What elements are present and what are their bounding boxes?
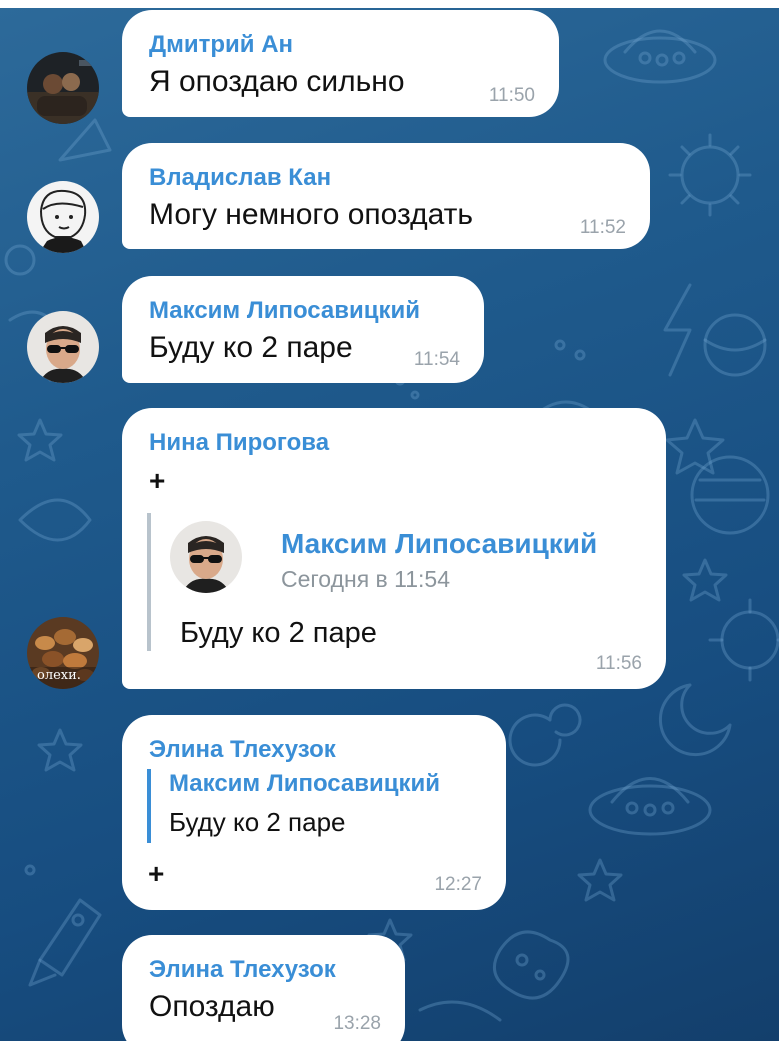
message-text: +: [149, 465, 166, 496]
avatar[interactable]: [27, 181, 99, 253]
message-sender[interactable]: Максим Липосавицкий: [149, 296, 458, 326]
message-time: 13:28: [333, 1013, 381, 1034]
message-bubble[interactable]: Элина Тлехузок Максим Липосавицкий Буду …: [122, 715, 506, 910]
forwarded-sender[interactable]: Максим Липосавицкий: [281, 527, 597, 561]
user-photo-icon: [27, 311, 99, 383]
message-time: 11:54: [413, 349, 460, 370]
message-time: 11:56: [595, 653, 642, 674]
message-time: 11:50: [488, 85, 535, 106]
reply-text: Буду ко 2 паре: [169, 807, 346, 837]
user-photo-icon: [170, 521, 242, 593]
message-sender[interactable]: Владислав Кан: [149, 163, 624, 193]
reply-quote[interactable]: Максим Липосавицкий Буду ко 2 паре: [147, 769, 440, 843]
forwarded-date: Сегодня в 11:54: [281, 566, 450, 592]
message-time: 11:52: [579, 217, 626, 238]
message-bubble[interactable]: Максим Липосавицкий Буду ко 2 паре 11:54: [122, 276, 484, 383]
message-bubble[interactable]: Нина Пирогова + Максим Липосавицкий Сего…: [122, 408, 666, 689]
message-bubble[interactable]: Дмитрий Ан Я опоздаю сильно 11:50: [122, 10, 559, 117]
message-sender[interactable]: Дмитрий Ан: [149, 30, 533, 60]
avatar[interactable]: [27, 311, 99, 383]
message-sender[interactable]: Нина Пирогова: [149, 428, 640, 458]
message-text: +: [148, 858, 165, 889]
message-sender[interactable]: Элина Тлехузок: [149, 955, 379, 985]
forwarded-text: Буду ко 2 паре: [180, 617, 377, 649]
message-text: Могу немного опоздать: [149, 198, 473, 231]
message-sender[interactable]: Элина Тлехузок: [149, 735, 480, 765]
avatar[interactable]: олехи.: [27, 617, 99, 689]
avatar-caption: олехи.: [37, 668, 81, 683]
top-edge: [0, 0, 779, 8]
message-text: Я опоздаю сильно: [149, 65, 405, 98]
message-text: Буду ко 2 паре: [149, 331, 353, 364]
forwarded-avatar: [170, 521, 242, 593]
user-photo-icon: [27, 181, 99, 253]
message-bubble[interactable]: Владислав Кан Могу немного опоздать 11:5…: [122, 143, 650, 249]
chat-view[interactable]: Дмитрий Ан Я опоздаю сильно 11:50 Владис…: [0, 0, 779, 1041]
reply-sender: Максим Липосавицкий: [169, 770, 441, 797]
forwarded-message[interactable]: Максим Липосавицкий Сегодня в 11:54 Буду…: [147, 513, 631, 651]
user-photo-icon: [27, 52, 99, 124]
message-time: 12:27: [434, 874, 482, 895]
avatar[interactable]: [27, 52, 99, 124]
message-bubble[interactable]: Элина Тлехузок Опоздаю 13:28: [122, 935, 405, 1041]
